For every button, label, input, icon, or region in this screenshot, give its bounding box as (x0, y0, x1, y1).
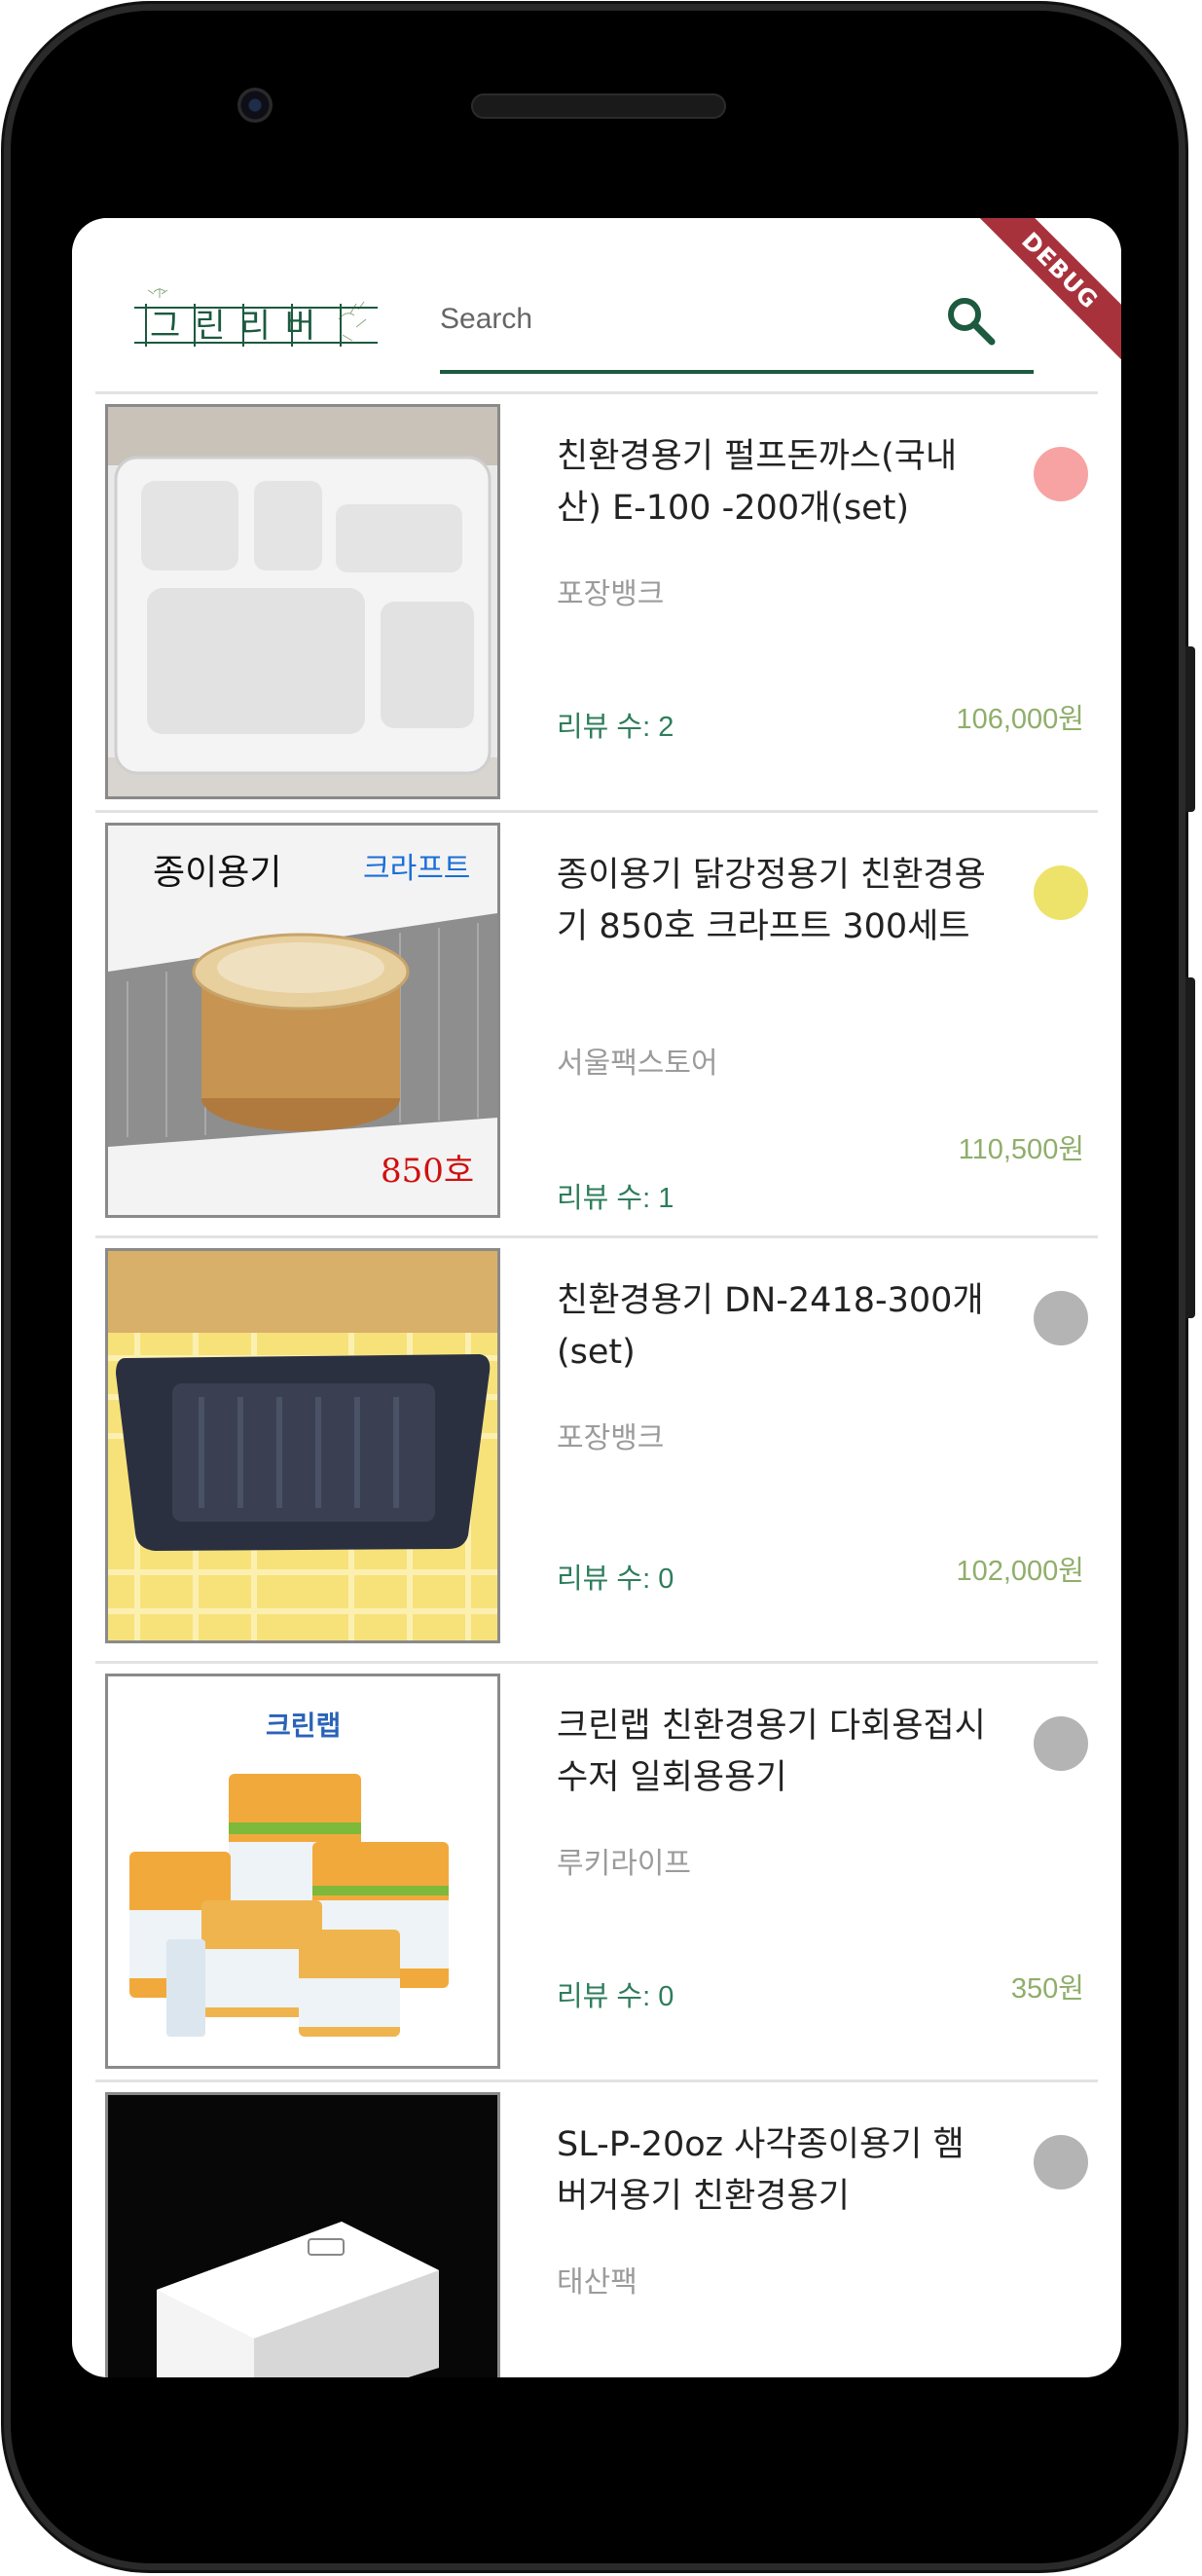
image-label-right: 크라프트 (363, 852, 470, 886)
volume-button (1185, 977, 1195, 1318)
status-dot (1034, 2135, 1088, 2190)
status-dot (1034, 447, 1088, 501)
product-price: 350원 (1010, 1973, 1084, 2005)
image-label-size: 850호 (381, 1152, 474, 1191)
power-button (1185, 646, 1195, 812)
product-image: 종이용기 크라프트 850호 (105, 823, 500, 1218)
product-item[interactable]: 종이용기 크라프트 850호 종이용기 닭강정용기 친환경용기 850호 크라프… (95, 813, 1098, 1238)
product-title[interactable]: 친환경용기 펄프돈까스(국내산) E-100 -200개(set) (557, 431, 995, 534)
product-seller: 포장뱅크 (557, 1421, 665, 1455)
product-list[interactable]: 친환경용기 펄프돈까스(국내산) E-100 -200개(set) 포장뱅크 리… (95, 391, 1098, 2377)
product-title[interactable]: 친환경용기 DN-2418-300개(set) (557, 1275, 995, 1379)
product-price: 106,000원 (956, 704, 1084, 735)
image-label-left: 종이용기 (153, 853, 281, 893)
product-title[interactable]: 크린랩 친환경용기 다회용접시 수저 일회용용기 (557, 1701, 995, 1804)
review-count: 리뷰 수: 1 (557, 1183, 674, 1214)
product-item[interactable]: 크린랩 크린랩 친환경용기 다회용접시 수저 일회용용기 루키라이프 리뷰 수:… (95, 1664, 1098, 2082)
product-item[interactable]: 친환경용기 DN-2418-300개(set) 포장뱅크 리뷰 수: 0 102… (95, 1238, 1098, 1664)
product-seller: 서울팩스토어 (557, 1047, 718, 1081)
product-image (105, 404, 500, 799)
earpiece-speaker (471, 93, 726, 119)
green-river-logo: 그린리버 (134, 288, 378, 347)
product-image (105, 1248, 500, 1643)
review-count: 리뷰 수: 0 (557, 1564, 674, 1595)
search-icon (948, 298, 996, 346)
product-price: 102,000원 (956, 1556, 1084, 1587)
product-seller: 포장뱅크 (557, 577, 665, 611)
product-title[interactable]: 종이용기 닭강정용기 친환경용기 850호 크라프트 300세트 (557, 850, 995, 953)
status-dot (1034, 865, 1088, 920)
search-input[interactable] (440, 290, 907, 349)
product-item[interactable]: 친환경용기 펄프돈까스(국내산) E-100 -200개(set) 포장뱅크 리… (95, 394, 1098, 813)
product-image (105, 2092, 500, 2377)
product-price: 110,500원 (958, 1134, 1084, 1165)
app-bar: 그린리버 DEBUG (72, 218, 1121, 391)
app-screen: 그린리버 DEBUG (72, 218, 1121, 2377)
status-dot (1034, 1291, 1088, 1345)
review-count: 리뷰 수: 2 (557, 712, 674, 743)
product-title[interactable]: SL-P-20oz 사각종이용기 햄버거용기 친환경용기 (557, 2119, 995, 2223)
product-seller: 루키라이프 (557, 1847, 691, 1881)
logo-text: 그린리버 (150, 307, 330, 346)
product-item[interactable]: SL-P-20oz 사각종이용기 햄버거용기 친환경용기 태산팩 (95, 2082, 1098, 2377)
search-button[interactable] (936, 286, 1004, 354)
search-bar[interactable] (440, 267, 1034, 374)
front-camera (237, 88, 273, 123)
status-dot (1034, 1716, 1088, 1771)
image-label-brand: 크린랩 (266, 1710, 341, 1742)
phone-frame: 그린리버 DEBUG (4, 4, 1195, 2570)
product-image: 크린랩 (105, 1674, 500, 2069)
product-seller: 태산팩 (557, 2265, 637, 2300)
search-underline (440, 370, 1034, 374)
review-count: 리뷰 수: 0 (557, 1981, 674, 2012)
